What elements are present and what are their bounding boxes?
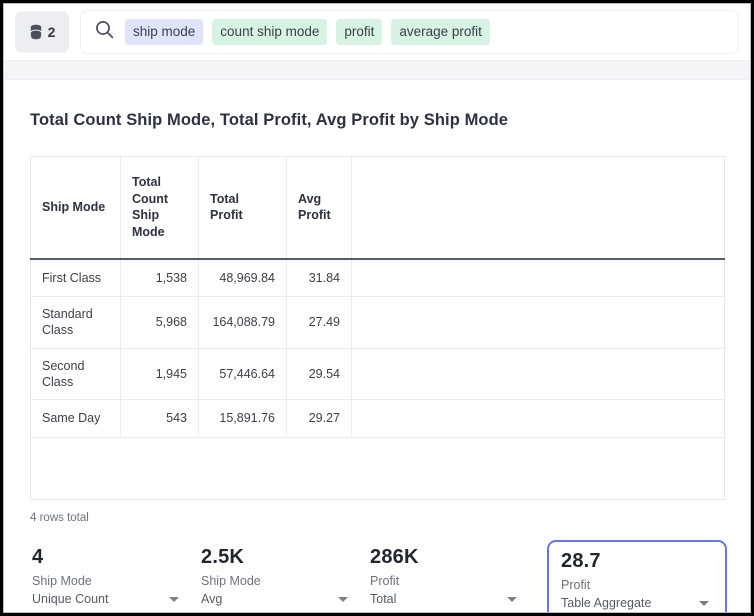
cell-empty bbox=[352, 348, 725, 400]
cell-count: 543 bbox=[121, 400, 199, 438]
table-body: First Class 1,538 48,969.84 31.84 Standa… bbox=[31, 259, 725, 500]
search-token-count-ship-mode[interactable]: count ship mode bbox=[212, 19, 327, 46]
cell-avg-profit: 29.27 bbox=[287, 400, 352, 438]
cell-ship-mode: Second Class bbox=[31, 348, 121, 400]
cell-total-profit: 15,891.76 bbox=[199, 400, 287, 438]
cell-count: 1,945 bbox=[121, 348, 199, 400]
table-empty-row bbox=[31, 438, 725, 500]
results-table: Ship Mode Total Count Ship Mode Total Pr… bbox=[30, 156, 725, 500]
page-title: Total Count Ship Mode, Total Profit, Avg… bbox=[30, 80, 724, 130]
cell-avg-profit: 29.54 bbox=[287, 348, 352, 400]
column-header-empty bbox=[352, 157, 725, 259]
cell-avg-profit: 27.49 bbox=[287, 297, 352, 349]
aggregate-cards: 4 Ship Mode Unique Count 2.5K Ship Mode … bbox=[30, 540, 724, 613]
card-value: 28.7 bbox=[561, 550, 715, 573]
table-row[interactable]: Second Class 1,945 57,446.64 29.54 bbox=[31, 348, 725, 400]
search-token-average-profit[interactable]: average profit bbox=[391, 19, 490, 46]
card-field-name: Profit bbox=[370, 574, 523, 590]
cell-total-profit: 57,446.64 bbox=[199, 348, 287, 400]
card-aggregation-label: Avg bbox=[201, 592, 222, 608]
table-row[interactable]: First Class 1,538 48,969.84 31.84 bbox=[31, 259, 725, 297]
aggregate-card-ship-mode-avg[interactable]: 2.5K Ship Mode Avg bbox=[199, 540, 364, 613]
column-header-total-profit[interactable]: Total Profit bbox=[199, 157, 287, 259]
search-token-ship-mode[interactable]: ship mode bbox=[125, 19, 203, 46]
row-count-label: 4 rows total bbox=[30, 500, 724, 524]
aggregate-card-ship-mode-unique-count[interactable]: 4 Ship Mode Unique Count bbox=[30, 540, 195, 613]
search-toolbar: 2 ship mode count ship mode profit avera… bbox=[4, 4, 750, 60]
cell-empty bbox=[31, 438, 121, 500]
search-input[interactable]: ship mode count ship mode profit average… bbox=[81, 11, 738, 53]
chevron-down-icon[interactable] bbox=[169, 597, 179, 602]
main-content: Total Count Ship Mode, Total Profit, Avg… bbox=[4, 80, 750, 613]
column-header-ship-mode[interactable]: Ship Mode bbox=[31, 157, 121, 259]
cell-empty bbox=[121, 438, 199, 500]
cell-avg-profit: 31.84 bbox=[287, 259, 352, 297]
cell-empty bbox=[352, 438, 725, 500]
cell-total-profit: 48,969.84 bbox=[199, 259, 287, 297]
aggregate-card-profit-table-aggregate[interactable]: 28.7 Profit Table Aggregate bbox=[547, 540, 727, 613]
card-aggregation-label: Total bbox=[370, 592, 396, 608]
table-header: Ship Mode Total Count Ship Mode Total Pr… bbox=[31, 157, 725, 259]
app-window: 2 ship mode count ship mode profit avera… bbox=[3, 3, 751, 613]
column-header-total-count-ship-mode[interactable]: Total Count Ship Mode bbox=[121, 157, 199, 259]
cell-empty bbox=[352, 259, 725, 297]
chevron-down-icon[interactable] bbox=[699, 601, 709, 606]
data-source-selector[interactable]: 2 bbox=[15, 11, 69, 53]
table-row[interactable]: Standard Class 5,968 164,088.79 27.49 bbox=[31, 297, 725, 349]
cell-ship-mode: First Class bbox=[31, 259, 121, 297]
column-header-avg-profit[interactable]: Avg Profit bbox=[287, 157, 352, 259]
search-token-profit[interactable]: profit bbox=[336, 19, 382, 46]
search-icon bbox=[95, 20, 114, 44]
card-field-name: Ship Mode bbox=[32, 574, 185, 590]
aggregate-card-profit-total[interactable]: 286K Profit Total bbox=[368, 540, 533, 613]
table-row[interactable]: Same Day 543 15,891.76 29.27 bbox=[31, 400, 725, 438]
card-aggregation-label: Unique Count bbox=[32, 592, 108, 608]
card-value: 2.5K bbox=[201, 546, 354, 569]
cell-empty bbox=[287, 438, 352, 500]
card-value: 286K bbox=[370, 546, 523, 569]
cell-ship-mode: Same Day bbox=[31, 400, 121, 438]
database-icon bbox=[29, 24, 43, 41]
card-field-name: Ship Mode bbox=[201, 574, 354, 590]
cell-empty bbox=[199, 438, 287, 500]
cell-empty bbox=[352, 297, 725, 349]
cell-count: 1,538 bbox=[121, 259, 199, 297]
toolbar-divider bbox=[4, 60, 750, 80]
data-source-count: 2 bbox=[48, 25, 56, 39]
cell-total-profit: 164,088.79 bbox=[199, 297, 287, 349]
table-header-row: Ship Mode Total Count Ship Mode Total Pr… bbox=[31, 157, 725, 259]
card-aggregation-label: Table Aggregate bbox=[561, 596, 651, 612]
chevron-down-icon[interactable] bbox=[338, 597, 348, 602]
chevron-down-icon[interactable] bbox=[507, 597, 517, 602]
cell-count: 5,968 bbox=[121, 297, 199, 349]
cell-ship-mode: Standard Class bbox=[31, 297, 121, 349]
card-field-name: Profit bbox=[561, 578, 715, 594]
card-value: 4 bbox=[32, 546, 185, 569]
cell-empty bbox=[352, 400, 725, 438]
